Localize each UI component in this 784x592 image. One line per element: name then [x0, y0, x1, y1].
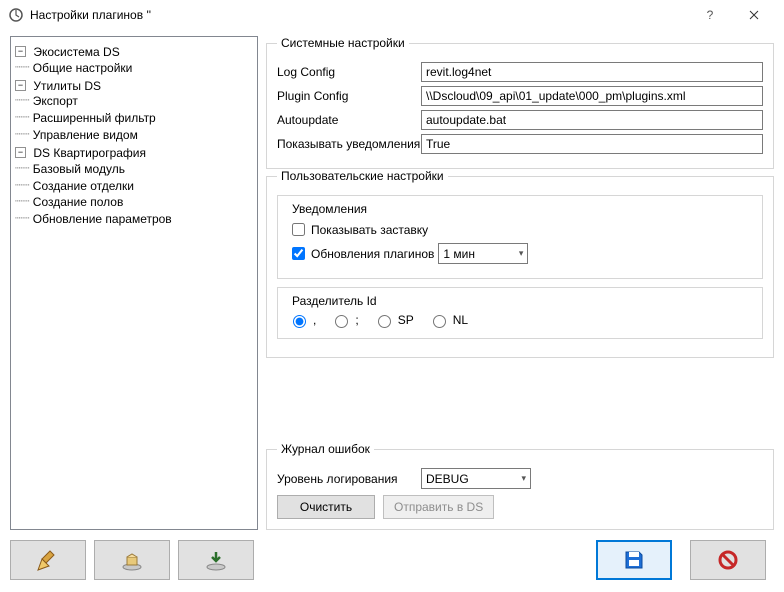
- sep-radio-comma[interactable]: ,: [288, 312, 316, 328]
- app-icon: [8, 7, 24, 23]
- user-settings-group: Пользовательские настройки Уведомления П…: [266, 169, 774, 358]
- tree-toggle-kvart[interactable]: −: [15, 147, 26, 158]
- tree-leaf[interactable]: Общие настройки: [33, 61, 133, 75]
- chevron-down-icon: ▾: [521, 473, 526, 484]
- close-button[interactable]: [732, 1, 776, 29]
- tree-node-util[interactable]: Утилиты DS: [33, 78, 101, 92]
- sep-radio-nl[interactable]: NL: [428, 312, 468, 328]
- logconfig-field[interactable]: revit.log4net: [421, 62, 763, 82]
- errorlog-legend: Журнал ошибок: [277, 442, 374, 456]
- notifications-legend: Уведомления: [288, 202, 371, 216]
- update-interval-select[interactable]: 1 мин ▾: [438, 243, 528, 264]
- tree-leaf[interactable]: Экспорт: [33, 94, 78, 108]
- download-icon: [204, 548, 228, 572]
- package-button[interactable]: [94, 540, 170, 580]
- tree-toggle-eco[interactable]: −: [15, 46, 26, 57]
- separator-group: Разделитель Id , ; SP NL: [277, 287, 763, 339]
- prohibit-icon: [716, 548, 740, 572]
- plugin-updates-checkbox[interactable]: [292, 247, 305, 260]
- help-button[interactable]: ?: [688, 1, 732, 29]
- titlebar: Настройки плагинов '' ?: [0, 0, 784, 30]
- pluginconfig-label: Plugin Config: [277, 89, 421, 103]
- chevron-down-icon: ▾: [519, 248, 524, 259]
- clean-button[interactable]: [10, 540, 86, 580]
- show-splash-checkbox[interactable]: [292, 223, 305, 236]
- clear-log-button[interactable]: Очистить: [277, 495, 375, 519]
- bottom-toolbar: [10, 536, 774, 584]
- tree-leaf[interactable]: Управление видом: [33, 128, 138, 142]
- plugin-updates-label: Обновления плагинов: [311, 247, 434, 261]
- save-icon: [622, 548, 646, 572]
- shownotify-label: Показывать уведомления: [277, 137, 421, 151]
- loglevel-select[interactable]: DEBUG ▾: [421, 468, 531, 489]
- nav-tree: − Экосистема DS ┈┈ Общие настройки − Ути…: [10, 36, 258, 530]
- tree-leaf[interactable]: Расширенный фильтр: [33, 111, 156, 125]
- tree-leaf[interactable]: Создание полов: [33, 195, 124, 209]
- tree-leaf[interactable]: Базовый модуль: [33, 162, 125, 176]
- cancel-button[interactable]: [690, 540, 766, 580]
- tree-toggle-util[interactable]: −: [15, 80, 26, 91]
- loglevel-label: Уровень логирования: [277, 472, 421, 486]
- autoupdate-label: Autoupdate: [277, 113, 421, 127]
- sep-radio-sp[interactable]: SP: [373, 312, 414, 328]
- separator-legend: Разделитель Id: [288, 294, 381, 308]
- logconfig-label: Log Config: [277, 65, 421, 79]
- system-settings-group: Системные настройки Log Config revit.log…: [266, 36, 774, 169]
- sep-radio-semicolon[interactable]: ;: [330, 312, 358, 328]
- send-log-button: Отправить в DS: [383, 495, 494, 519]
- tree-node-kvart[interactable]: DS Квартирография: [33, 146, 146, 160]
- broom-icon: [36, 548, 60, 572]
- errorlog-group: Журнал ошибок Уровень логирования DEBUG …: [266, 442, 774, 530]
- download-button[interactable]: [178, 540, 254, 580]
- user-settings-legend: Пользовательские настройки: [277, 169, 448, 183]
- window-title: Настройки плагинов '': [30, 8, 688, 22]
- system-settings-legend: Системные настройки: [277, 36, 409, 50]
- autoupdate-field[interactable]: autoupdate.bat: [421, 110, 763, 130]
- notifications-group: Уведомления Показывать заставку Обновлен…: [277, 195, 763, 279]
- tree-leaf[interactable]: Обновление параметров: [33, 212, 172, 226]
- pluginconfig-field[interactable]: \\Dscloud\09_api\01_update\000_pm\plugin…: [421, 86, 763, 106]
- shownotify-field[interactable]: True: [421, 134, 763, 154]
- tree-leaf[interactable]: Создание отделки: [33, 178, 134, 192]
- box-icon: [120, 548, 144, 572]
- tree-node-eco[interactable]: Экосистема DS: [33, 45, 119, 59]
- save-button[interactable]: [596, 540, 672, 580]
- show-splash-label: Показывать заставку: [311, 223, 428, 237]
